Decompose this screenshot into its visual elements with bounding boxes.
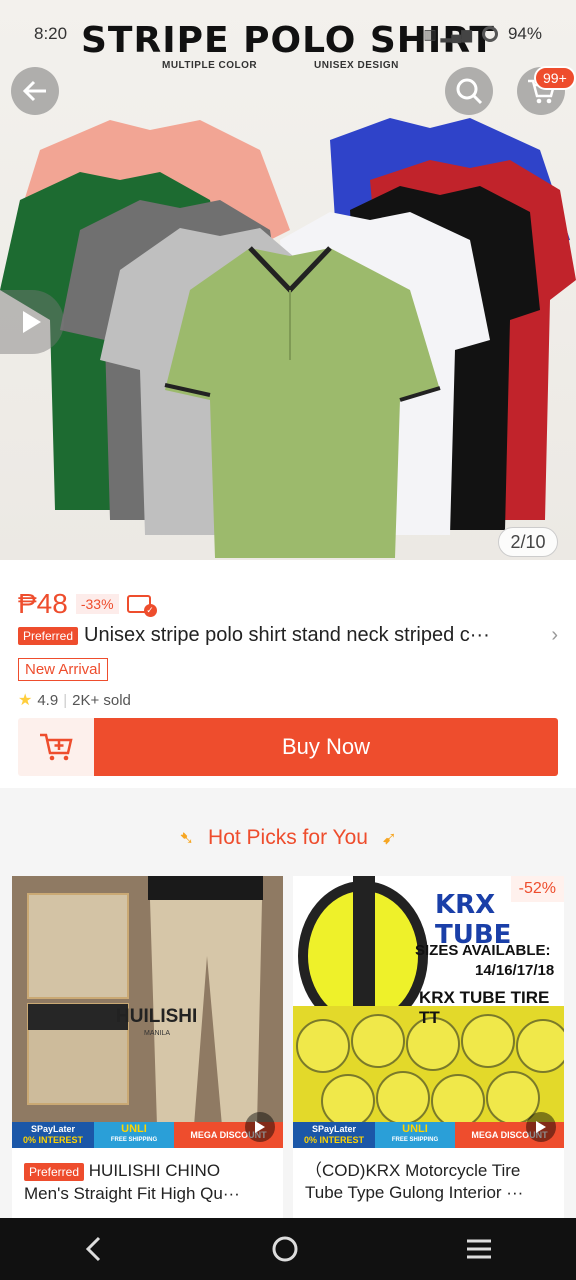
product-title-row[interactable]: Preferred Unisex stripe polo shirt stand… (18, 624, 558, 647)
motorcycle-tube-image: KRX TUBE SIZES AVAILABLE: 14/16/17/18 KR… (293, 876, 564, 1146)
discount-badge: -33% (75, 594, 119, 614)
voucher-icon (126, 595, 157, 617)
card-video-button[interactable] (526, 1112, 556, 1142)
sparkle-left-icon: ➷ (179, 828, 195, 848)
action-row: Buy Now (18, 718, 558, 776)
add-to-cart-button[interactable] (18, 718, 94, 776)
brand-watermark: HUILISHI (116, 1006, 198, 1027)
spaylater-promo: SPayLater 0% INTEREST (293, 1122, 375, 1148)
promo-strip: SPayLater 0% INTEREST UNLI FREE SHIPPING… (293, 1122, 564, 1148)
product-image-carousel[interactable]: 8:20 ▥ ▂▄▆ 94% STRIPE POLO SHIRT MULTIPL… (0, 0, 576, 560)
search-icon (456, 78, 483, 105)
divider: | (63, 691, 68, 709)
star-icon: ★ (18, 692, 33, 709)
chevron-right-icon: › (551, 624, 558, 646)
spaylater-label: SPayLater (311, 1124, 357, 1134)
free-shipping-label: FREE SHIPPING (391, 1137, 439, 1143)
rating-value: 4.9 (37, 691, 59, 709)
system-nav-bar (0, 1218, 576, 1280)
interest-label: 0% INTEREST (22, 1135, 83, 1145)
tube-sizes-label: SIZES AVAILABLE: (415, 942, 551, 959)
image-counter: 2/10 (498, 527, 558, 557)
hot-picks-section: ➷ Hot Picks for You ➹ HUILISHI MANILA SP… (0, 802, 576, 1220)
interest-label: 0% INTEREST (303, 1135, 364, 1145)
hot-picks-title: Hot Picks for You (208, 826, 368, 849)
tube-image-footer: KRX TUBE TIRE TT (419, 988, 550, 1027)
card-video-button[interactable] (245, 1112, 275, 1142)
status-bar: 8:20 ▥ ▂▄▆ 94% (0, 0, 576, 66)
free-shipping-promo: UNLI FREE SHIPPING (94, 1122, 174, 1148)
new-arrival-tag: New Arrival (18, 658, 108, 681)
rating-row: ★ 4.9 | 2K+ sold (18, 690, 131, 710)
buy-now-button[interactable]: Buy Now (94, 718, 558, 776)
free-shipping-label: FREE SHIPPING (110, 1137, 158, 1143)
price-row: ₱48 -33% (18, 588, 157, 620)
promo-strip: SPayLater 0% INTEREST UNLI FREE SHIPPING… (12, 1122, 283, 1148)
home-nav-icon[interactable] (270, 1234, 300, 1264)
card-title-line1: HUILISHI CHINO (88, 1161, 221, 1180)
product-title: Unisex stripe polo shirt stand neck stri… (84, 624, 490, 646)
chino-pants-image: HUILISHI MANILA (12, 876, 283, 1146)
preferred-badge: Preferred (24, 1163, 85, 1181)
card-title-line1: （COD)KRX Motorcycle Tire (305, 1161, 521, 1180)
product-info-panel: ₱48 -33% Preferred Unisex stripe polo sh… (0, 560, 576, 788)
sold-count: 2K+ sold (72, 691, 131, 709)
product-card[interactable]: HUILISHI MANILA SPayLater 0% INTEREST UN… (12, 876, 283, 1220)
product-card-title: （COD)KRX Motorcycle Tire Tube Type Gulon… (305, 1160, 555, 1204)
sparkle-right-icon: ➹ (381, 828, 397, 848)
battery-icon (481, 26, 498, 42)
product-price: ₱48 (18, 588, 68, 619)
back-arrow-icon (22, 80, 46, 102)
spaylater-promo: SPayLater 0% INTEREST (12, 1122, 94, 1148)
battery-level: 94% (507, 24, 542, 43)
add-to-cart-icon (40, 733, 73, 761)
spaylater-label: SPayLater (30, 1124, 76, 1134)
unli-label: UNLI (121, 1123, 147, 1135)
back-nav-icon[interactable] (82, 1235, 106, 1263)
unli-label: UNLI (402, 1123, 428, 1135)
back-button[interactable] (11, 67, 59, 115)
play-video-button[interactable] (0, 290, 64, 354)
search-button[interactable] (445, 67, 493, 115)
play-icon (536, 1121, 546, 1133)
hot-picks-header: ➷ Hot Picks for You ➹ (0, 826, 576, 850)
status-time: 8:20 (34, 24, 68, 43)
product-card[interactable]: KRX TUBE SIZES AVAILABLE: 14/16/17/18 KR… (293, 876, 564, 1220)
tube-sizes: 14/16/17/18 (475, 962, 555, 979)
brand-watermark-sub: MANILA (144, 1030, 171, 1037)
recents-nav-icon[interactable] (464, 1237, 494, 1261)
product-card-title: Preferred HUILISHI CHINO Men's Straight … (24, 1160, 274, 1205)
cart-count-badge: 99+ (534, 66, 576, 90)
discount-badge: -52% (510, 876, 564, 902)
play-icon (255, 1121, 265, 1133)
signal-icon: ▥ ▂▄▆ (423, 25, 472, 42)
card-title-line2: Tube Type Gulong Interior ··· (305, 1183, 524, 1202)
card-title-line2: Men's Straight Fit High Qu··· (24, 1184, 240, 1203)
play-icon (23, 311, 41, 333)
preferred-badge: Preferred (18, 626, 79, 645)
free-shipping-promo: UNLI FREE SHIPPING (375, 1122, 455, 1148)
